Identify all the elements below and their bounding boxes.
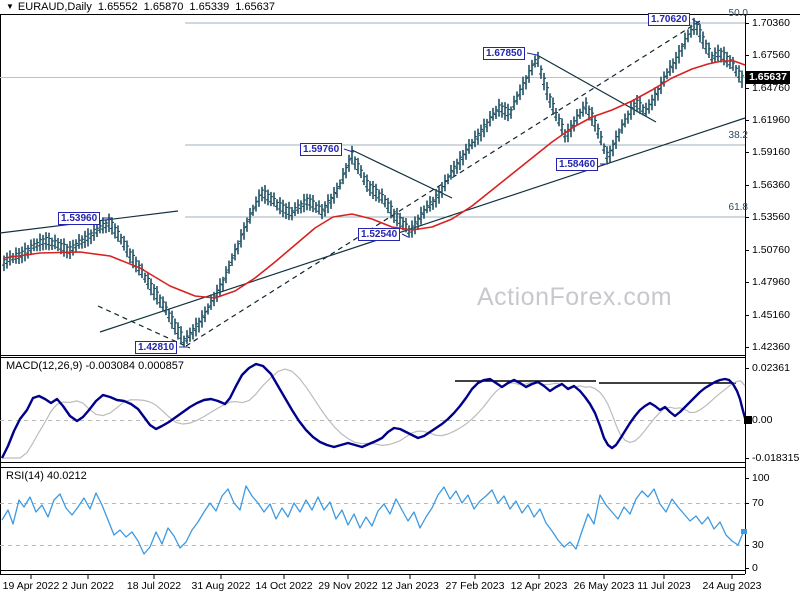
- chart-window: ActionForex.com 50.0 38.2 61.8 1.70620 1.678…: [0, 0, 800, 600]
- moving-average-line: [3, 60, 746, 299]
- ohlc-open: 1.65552: [97, 1, 138, 13]
- ohlc-low: 1.65339: [189, 1, 230, 13]
- trendline: [536, 54, 657, 123]
- dashed-trendline: [97, 305, 191, 349]
- rsi-line: [1, 485, 744, 555]
- dashed-trendline: [185, 20, 701, 347]
- rsi-indicator-label: RSI(14) 40.0212: [6, 470, 87, 482]
- ohlc-high: 1.65870: [143, 1, 184, 13]
- trendline: [99, 117, 746, 333]
- macd-current-marker: [744, 416, 752, 424]
- price-label-connector: [526, 52, 538, 56]
- price-label-connector: [401, 233, 409, 238]
- symbol-title: EURAUD,Daily: [17, 1, 92, 13]
- macd-indicator-label: MACD(12,26,9) -0.003084 0.000857: [6, 360, 184, 372]
- chart-header: ▼ EURAUD,Daily 1.65552 1.65870 1.65339 1.6563…: [6, 1, 275, 13]
- chart-canvas[interactable]: [0, 0, 800, 600]
- trendline: [0, 210, 179, 234]
- ohlc-close: 1.65637: [235, 1, 275, 13]
- symbol-dropdown-icon[interactable]: ▼: [6, 2, 14, 11]
- rsi-current-marker: [741, 529, 747, 534]
